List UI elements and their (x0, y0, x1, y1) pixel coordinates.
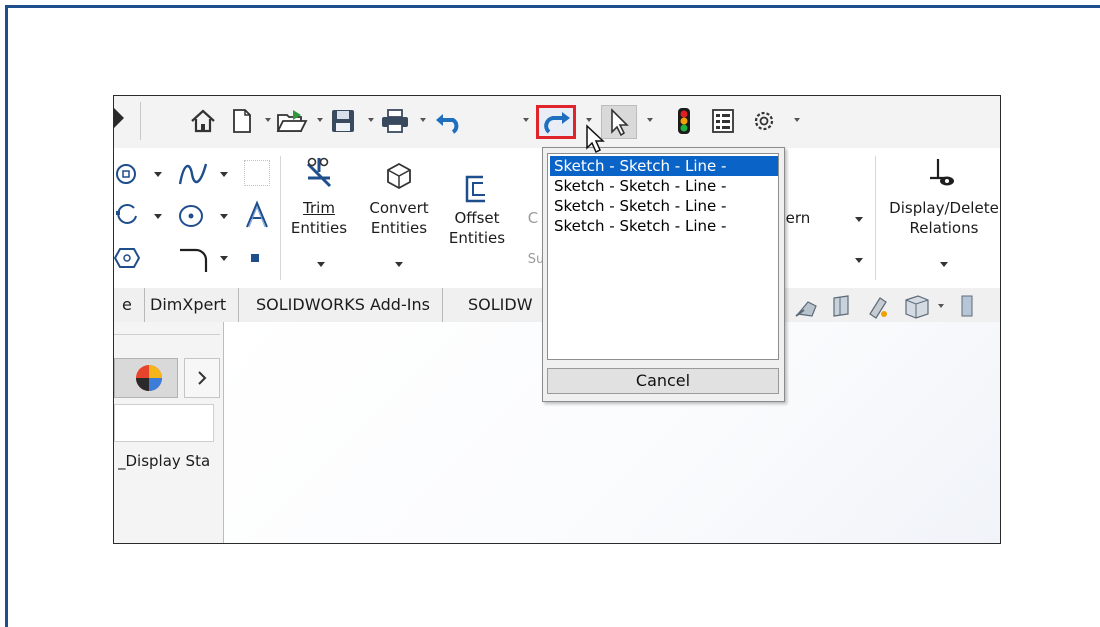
save-icon[interactable] (328, 106, 358, 136)
display-states-label: _Display Sta (118, 452, 211, 470)
ribbon-separator (280, 156, 281, 280)
pattern-dropdown-icon-2[interactable] (855, 258, 863, 263)
save-dropdown-icon[interactable] (368, 118, 374, 122)
zoom-to-fit-icon (795, 301, 817, 317)
fillet-dropdown-icon[interactable] (220, 256, 228, 261)
display-manager-tab[interactable] (114, 358, 178, 398)
convert-entities-icon (385, 162, 413, 190)
traffic-light-icon[interactable] (673, 106, 695, 136)
display-label-line2: Relations (909, 219, 979, 237)
tab-dimxpert[interactable]: DimXpert (138, 288, 240, 322)
ellipse-dropdown-icon[interactable] (154, 214, 162, 219)
cancel-button[interactable]: Cancel (547, 368, 779, 394)
toolbar-separator (140, 102, 141, 140)
trim-label-line2: Entities (290, 219, 348, 237)
feature-manager-panel: _Display Sta (114, 322, 224, 543)
print-dropdown-icon[interactable] (420, 118, 426, 122)
ellipse-tool-icon[interactable] (114, 202, 140, 228)
spline-dropdown-icon[interactable] (220, 172, 228, 177)
quick-access-toolbar (114, 96, 1000, 149)
redo-list-item[interactable]: Sketch - Sketch - Line - (550, 196, 778, 216)
trim-label-line1: Trim (303, 199, 335, 217)
chevron-right-icon (198, 371, 207, 385)
convert-dropdown-icon[interactable] (395, 262, 403, 267)
hexagon-tool-icon[interactable] (114, 246, 141, 270)
undo-icon[interactable] (432, 106, 466, 136)
panel-filter-field[interactable] (114, 404, 214, 442)
offset-label-line2: Entities (448, 229, 506, 247)
trim-entities-button[interactable]: Trim Entities (289, 198, 349, 238)
redo-list-dropdown: Sketch - Sketch - Line - Sketch - Sketch… (542, 147, 785, 402)
pattern-label-partial[interactable]: ern (783, 208, 813, 228)
convert-label-line1: Convert (369, 199, 429, 217)
new-document-icon[interactable] (229, 106, 255, 136)
offset-entities-button[interactable]: Offset Entities (444, 208, 510, 248)
redo-dropdown-icon[interactable] (586, 118, 592, 122)
ribbon-separator-2 (875, 156, 876, 280)
tab-solidworks-partial[interactable]: SOLIDW (456, 288, 545, 322)
offset-entities-icon (463, 174, 489, 204)
spline-tool-icon[interactable] (176, 160, 210, 188)
fillet-tool-icon[interactable] (176, 246, 212, 274)
display-relations-icon (928, 156, 958, 188)
redo-button[interactable] (536, 105, 576, 139)
point-dropdown-icon[interactable] (220, 214, 228, 219)
partial-ribbon-label: C (527, 209, 539, 227)
panel-divider (114, 334, 220, 335)
dynamic-annotation-icon (869, 297, 887, 319)
convert-entities-button[interactable]: Convert Entities (364, 198, 434, 238)
point-circle-tool-icon[interactable] (176, 202, 206, 230)
polygon-tool-icon[interactable] (114, 162, 138, 186)
solidworks-window: Trim Entities Convert Entities Offset En… (113, 95, 1001, 544)
tab-solidworks-add-ins[interactable]: SOLIDWORKS Add-Ins (244, 288, 443, 322)
options-gear-icon[interactable] (749, 106, 779, 136)
disabled-tool-icon (244, 160, 270, 186)
file-properties-icon[interactable] (709, 106, 737, 136)
print-icon[interactable] (379, 106, 411, 136)
offset-label-line1: Offset (454, 209, 500, 227)
home-icon[interactable] (188, 106, 218, 136)
redo-list-item[interactable]: Sketch - Sketch - Line - (550, 176, 778, 196)
display-style-icon (905, 295, 929, 319)
sketch-text-tool-icon[interactable] (244, 200, 270, 230)
undo-dropdown-icon[interactable] (523, 118, 529, 122)
open-folder-icon[interactable] (274, 106, 310, 136)
section-view-icon (833, 295, 849, 317)
trim-dropdown-icon[interactable] (317, 262, 325, 267)
open-dropdown-icon[interactable] (317, 118, 323, 122)
new-dropdown-icon[interactable] (265, 118, 271, 122)
redo-list-item[interactable]: Sketch - Sketch - Line - (550, 156, 778, 176)
redo-icon (544, 112, 570, 134)
tool-dropdown-icon[interactable] (154, 172, 162, 177)
redo-list-item[interactable]: Sketch - Sketch - Line - (550, 216, 778, 236)
view-heads-up-toolbar (794, 292, 994, 320)
point-tool-icon[interactable] (251, 254, 259, 262)
select-dropdown-icon[interactable] (647, 118, 653, 122)
convert-label-line2: Entities (370, 219, 428, 237)
expand-arrow-icon[interactable] (114, 108, 124, 128)
display-manager-icon (136, 365, 162, 391)
pattern-dropdown-icon[interactable] (855, 217, 863, 222)
panel-next-tab-button[interactable] (184, 358, 220, 398)
mouse-cursor-icon (586, 124, 605, 154)
display-delete-relations-button[interactable]: Display/Delete Relations (880, 198, 1000, 238)
options-dropdown-icon[interactable] (794, 118, 800, 122)
display-relations-dropdown-icon[interactable] (940, 262, 948, 267)
trim-entities-icon (302, 156, 336, 190)
redo-history-list[interactable]: Sketch - Sketch - Line - Sketch - Sketch… (547, 153, 779, 360)
display-label-line1: Display/Delete (889, 199, 999, 217)
